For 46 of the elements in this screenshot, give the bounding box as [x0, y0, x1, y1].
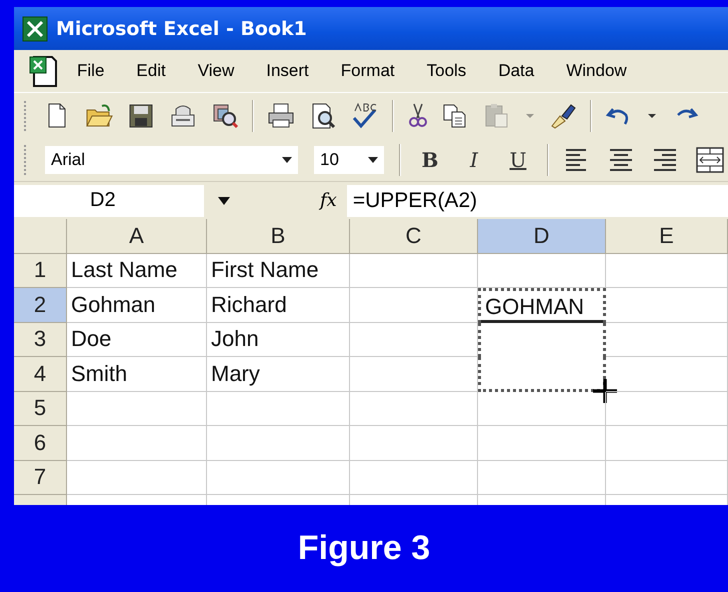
caret-icon[interactable]: [368, 156, 378, 162]
row-header[interactable]: 5: [14, 392, 67, 426]
workbook-icon[interactable]: [28, 54, 60, 88]
insert-function-button[interactable]: fx: [320, 190, 337, 211]
row-header[interactable]: 1: [14, 254, 67, 288]
row-header[interactable]: 2: [14, 288, 67, 322]
menu-item[interactable]: View: [188, 57, 244, 85]
window-title: Microsoft Excel - Book1: [56, 18, 307, 40]
column-header[interactable]: B: [207, 219, 350, 254]
bold-button[interactable]: B: [415, 148, 445, 172]
column-header[interactable]: D: [478, 219, 606, 254]
menu-item[interactable]: Format: [332, 57, 404, 85]
menu-item[interactable]: Insert: [257, 57, 318, 85]
table-cell: Gohman: [67, 288, 207, 322]
table-cell: GOHMAN: [478, 288, 606, 322]
menu-item[interactable]: Tools: [418, 57, 476, 85]
table-cell: Richard: [207, 288, 350, 322]
menu-item[interactable]: Edit: [127, 57, 175, 85]
underline-button[interactable]: U: [503, 148, 533, 172]
column-header[interactable]: C: [350, 219, 478, 254]
caret-icon[interactable]: [282, 156, 292, 162]
table-cell: John: [207, 322, 350, 357]
printer-icon[interactable]: [266, 100, 296, 130]
column-header[interactable]: E: [606, 219, 728, 254]
merge-center-icon[interactable]: [695, 144, 725, 174]
crosshair-cursor-icon: [591, 376, 619, 404]
row-header[interactable]: 4: [14, 357, 67, 392]
column-header[interactable]: A: [67, 219, 207, 254]
table-cell: First Name: [207, 254, 350, 288]
formula-field[interactable]: =UPPER(A2): [346, 184, 728, 216]
font-size-dropdown[interactable]: 10: [313, 144, 385, 174]
caret-icon[interactable]: [218, 196, 230, 204]
menu-item[interactable]: File: [68, 57, 114, 85]
spreadsheet-app-icon[interactable]: [22, 16, 48, 42]
table-cell: Last Name: [67, 254, 207, 288]
menu-item[interactable]: Window: [557, 57, 636, 85]
row-header[interactable]: 3: [14, 322, 67, 357]
font-dropdown[interactable]: Arial: [44, 144, 299, 174]
name-box[interactable]: D2: [14, 184, 204, 216]
menu-item[interactable]: Data: [489, 57, 544, 85]
row-header[interactable]: 6: [14, 426, 67, 460]
table-cell: Mary: [207, 357, 350, 392]
table-cell: Doe: [67, 322, 207, 357]
table-cell: Smith: [67, 357, 207, 392]
row-header[interactable]: 7: [14, 460, 67, 495]
italic-button[interactable]: I: [459, 148, 489, 172]
